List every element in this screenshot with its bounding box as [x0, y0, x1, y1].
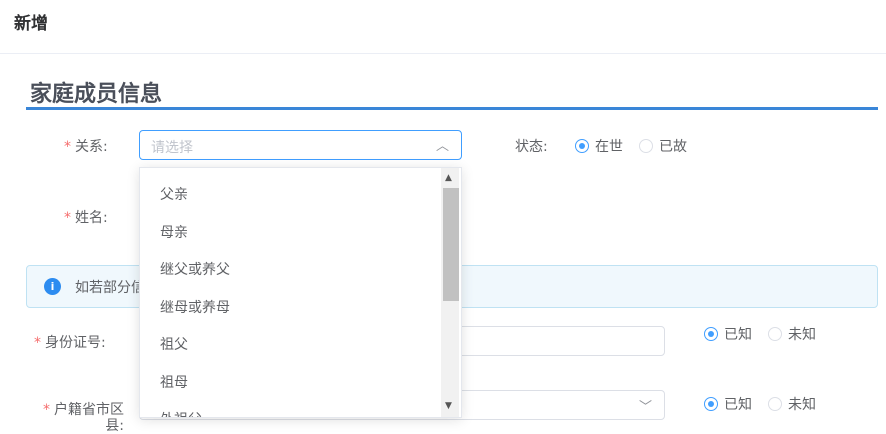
id-number-label: * 身份证号:: [34, 335, 106, 351]
scroll-down-arrow-icon[interactable]: ▼: [445, 401, 452, 411]
radio-label: 未知: [788, 327, 816, 343]
dropdown-scrollbar[interactable]: ▲ ▼: [441, 168, 459, 417]
hukou-label-text: 户籍省市区县:: [54, 402, 124, 434]
page-title: 新增: [14, 14, 48, 34]
id-unknown-radio[interactable]: 未知: [768, 324, 816, 344]
name-label-text: 姓名:: [75, 210, 108, 226]
radio-checked-icon: [704, 327, 718, 341]
relation-placeholder: 请选择: [151, 140, 193, 156]
alert-text: 如若部分信: [75, 280, 145, 296]
radio-unchecked-icon: [639, 139, 653, 153]
status-radio-deceased[interactable]: 已故: [639, 136, 687, 156]
hukou-known-radio[interactable]: 已知: [704, 394, 752, 414]
relation-label-text: 关系:: [75, 139, 108, 155]
dropdown-option[interactable]: 继父或养父: [160, 259, 230, 279]
status-option-label: 已故: [659, 139, 687, 155]
radio-unchecked-icon: [768, 327, 782, 341]
info-icon: i: [44, 278, 61, 295]
status-radio-group: 在世 已故: [575, 136, 703, 156]
section-title: 家庭成员信息: [30, 82, 163, 107]
dropdown-option[interactable]: 祖父: [160, 334, 188, 354]
radio-label: 已知: [724, 327, 752, 343]
dropdown-option[interactable]: 继母或养母: [160, 297, 230, 317]
dropdown-option[interactable]: 父亲: [160, 184, 188, 204]
radio-label: 已知: [724, 397, 752, 413]
chevron-down-icon: ﹀: [638, 400, 652, 415]
radio-checked-icon: [704, 397, 718, 411]
relation-select[interactable]: 请选择 ︿: [139, 130, 462, 160]
radio-unchecked-icon: [768, 397, 782, 411]
header-divider: [0, 53, 886, 54]
hukou-label: * 户籍省市区县:: [43, 402, 124, 434]
radio-label: 未知: [788, 397, 816, 413]
id-number-radio-group: 已知 未知: [704, 324, 832, 344]
relation-dropdown: 父亲 母亲 继父或养父 继母或养母 祖父 祖母 外祖父 ▲ ▼: [139, 167, 462, 418]
dropdown-option[interactable]: 外祖父: [160, 409, 202, 417]
chevron-up-icon: ︿: [435, 139, 449, 154]
scroll-up-arrow-icon[interactable]: ▲: [445, 173, 452, 183]
status-label: 状态:: [515, 139, 548, 155]
radio-checked-icon: [575, 139, 589, 153]
status-option-label: 在世: [595, 139, 623, 155]
status-radio-alive[interactable]: 在世: [575, 136, 623, 156]
id-known-radio[interactable]: 已知: [704, 324, 752, 344]
dropdown-option[interactable]: 祖母: [160, 372, 188, 392]
name-label: * 姓名:: [64, 210, 108, 226]
id-number-label-text: 身份证号:: [45, 335, 106, 351]
relation-label: * 关系:: [64, 139, 108, 155]
section-underline: [26, 107, 878, 110]
scrollbar-thumb[interactable]: [443, 188, 459, 301]
hukou-radio-group: 已知 未知: [704, 394, 832, 414]
hukou-unknown-radio[interactable]: 未知: [768, 394, 816, 414]
dropdown-option[interactable]: 母亲: [160, 222, 188, 242]
